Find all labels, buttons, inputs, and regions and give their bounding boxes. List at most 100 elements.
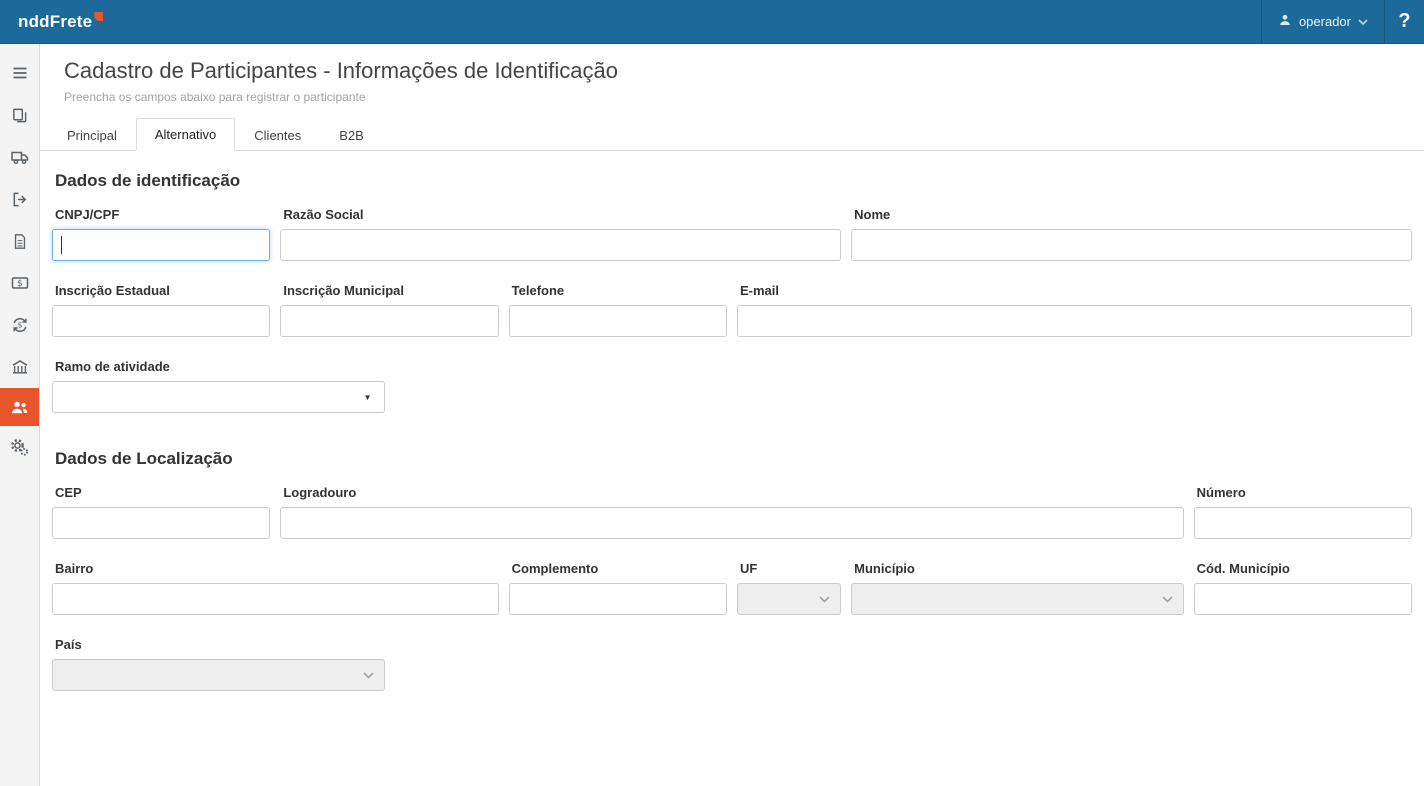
bairro-label: Bairro (55, 561, 94, 576)
document-icon (12, 233, 28, 250)
tab-b2b[interactable]: B2B (320, 119, 383, 151)
uf-label: UF (739, 561, 758, 576)
tab-clientes[interactable]: Clientes (235, 119, 320, 151)
form-row: CNPJ/CPF Razão Social Nome (52, 207, 1412, 261)
settings-gears-icon (10, 438, 29, 456)
logo-flag-icon (94, 12, 104, 21)
sidebar-item-settings[interactable] (0, 426, 39, 468)
municipio-label: Município (854, 561, 915, 576)
uf-select[interactable] (736, 583, 842, 615)
field-municipio: Município (851, 561, 1184, 615)
user-icon (1278, 13, 1292, 30)
cnpj-label: CNPJ/CPF (55, 207, 120, 222)
field-uf: UF (736, 561, 842, 615)
ramo-atividade-label: Ramo de atividade (55, 359, 170, 374)
truck-icon (10, 148, 29, 166)
cep-label: CEP (55, 485, 82, 500)
user-menu[interactable]: operador (1260, 0, 1384, 43)
numero-input[interactable] (1193, 507, 1412, 539)
chevron-down-icon (1162, 595, 1173, 603)
telefone-label: Telefone (511, 283, 565, 298)
tab-alternativo[interactable]: Alternativo (135, 118, 236, 151)
email-label: E-mail (739, 283, 779, 298)
page-header: Cadastro de Participantes - Informações … (40, 44, 1424, 112)
field-cnpj: CNPJ/CPF (52, 207, 271, 261)
sidebar-item-participants[interactable] (0, 388, 39, 426)
complemento-input[interactable] (508, 583, 727, 615)
cep-input[interactable] (52, 507, 271, 539)
menu-icon (11, 64, 29, 82)
form-area: Dados de identificação CNPJ/CPF Razão So… (40, 151, 1424, 691)
complemento-label: Complemento (511, 561, 599, 576)
chevron-down-icon (362, 671, 374, 679)
sidebar-item-payment[interactable]: $ (0, 262, 39, 304)
field-inscricao-municipal: Inscrição Municipal (280, 283, 499, 337)
field-email: E-mail (736, 283, 1412, 337)
field-logradouro: Logradouro (280, 485, 1184, 539)
field-inscricao-estadual: Inscrição Estadual (52, 283, 271, 337)
sidebar-item-signout[interactable] (0, 178, 39, 220)
text-caret (61, 236, 62, 254)
field-nome: Nome (851, 207, 1412, 261)
logradouro-label: Logradouro (283, 485, 357, 500)
field-ramo-atividade: Ramo de atividade ▼ (52, 359, 385, 413)
participants-group-icon (10, 399, 29, 416)
main-content: Cadastro de Participantes - Informações … (40, 44, 1424, 786)
cod-municipio-label: Cód. Município (1196, 561, 1290, 576)
cnpj-input[interactable] (52, 229, 271, 261)
top-bar: nddFrete operador ? (0, 0, 1424, 44)
sign-out-icon (11, 191, 28, 208)
field-numero: Número (1193, 485, 1412, 539)
svg-text:$: $ (17, 321, 22, 330)
logradouro-input[interactable] (280, 507, 1184, 539)
field-cod-municipio: Cód. Município (1193, 561, 1412, 615)
section-heading-identification: Dados de identificação (55, 171, 241, 190)
inscricao-municipal-label: Inscrição Municipal (283, 283, 404, 298)
razao-social-label: Razão Social (283, 207, 364, 222)
svg-text:$: $ (17, 279, 22, 289)
page-subtitle: Preencha os campos abaixo para registrar… (64, 90, 366, 104)
cod-municipio-input[interactable] (1193, 583, 1412, 615)
ramo-atividade-select[interactable]: ▼ (52, 381, 385, 413)
section-heading-location: Dados de Localização (55, 449, 233, 468)
app-logo-text: nddFrete (18, 11, 93, 31)
sidebar-item-exchange[interactable]: $ (0, 304, 39, 346)
pais-label: País (55, 637, 82, 652)
inscricao-municipal-input[interactable] (280, 305, 499, 337)
sidebar-item-copy[interactable] (0, 94, 39, 136)
tab-principal[interactable]: Principal (48, 119, 136, 151)
bairro-input[interactable] (52, 583, 499, 615)
app-logo[interactable]: nddFrete (0, 0, 121, 43)
form-row: Ramo de atividade ▼ (52, 359, 1412, 413)
field-cep: CEP (52, 485, 271, 539)
select-caret-icon: ▼ (363, 392, 372, 402)
copy-pages-icon (11, 107, 28, 124)
nome-input[interactable] (851, 229, 1412, 261)
inscricao-estadual-input[interactable] (52, 305, 271, 337)
field-razao-social: Razão Social (280, 207, 842, 261)
sidebar-item-company[interactable] (0, 346, 39, 388)
field-telefone: Telefone (508, 283, 727, 337)
user-name: operador (1298, 14, 1351, 29)
pais-select[interactable] (52, 659, 385, 691)
telefone-input[interactable] (508, 305, 727, 337)
help-button[interactable]: ? (1384, 0, 1424, 43)
form-row: País (52, 637, 1412, 691)
payment-check-icon: $ (11, 274, 29, 292)
sidebar-item-menu[interactable] (0, 52, 39, 94)
sidebar-item-truck[interactable] (0, 136, 39, 178)
sidebar-item-document[interactable] (0, 220, 39, 262)
razao-social-input[interactable] (280, 229, 842, 261)
field-bairro: Bairro (52, 561, 499, 615)
inscricao-estadual-label: Inscrição Estadual (55, 283, 170, 298)
field-complemento: Complemento (508, 561, 727, 615)
municipio-select[interactable] (851, 583, 1184, 615)
email-input[interactable] (736, 305, 1412, 337)
form-row: Inscrição Estadual Inscrição Municipal T… (52, 283, 1412, 337)
chevron-down-icon (1358, 14, 1368, 29)
page-title: Cadastro de Participantes - Informações … (64, 58, 618, 83)
field-pais: País (52, 637, 385, 691)
sidebar: $ $ (0, 44, 40, 786)
tab-bar: Principal Alternativo Clientes B2B (40, 118, 1424, 151)
form-row: Bairro Complemento UF Município Cód. Mun… (52, 561, 1412, 615)
